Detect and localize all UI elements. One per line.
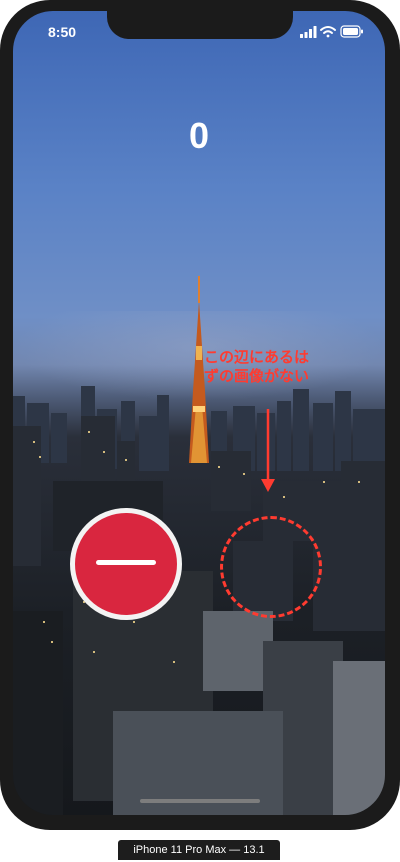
status-time: 8:50	[48, 24, 77, 40]
wifi-icon	[320, 26, 336, 38]
device-notch	[107, 11, 293, 39]
status-icons	[300, 25, 363, 38]
device-label: iPhone 11 Pro Max — 13.1	[118, 840, 280, 860]
remove-button[interactable]	[70, 508, 182, 620]
battery-icon	[340, 25, 363, 38]
home-indicator[interactable]	[140, 799, 260, 803]
missing-image-marker	[220, 516, 322, 618]
app-screen: 0 この辺にあるは ずの画像がない	[13, 11, 385, 815]
score-counter: 0	[188, 115, 210, 156]
minus-circle-icon	[96, 560, 156, 565]
annotation-line-1: この辺にあるは	[204, 349, 310, 366]
signal-icon	[300, 26, 317, 38]
annotation-text: この辺にあるは ずの画像がない	[204, 348, 364, 386]
annotation-line-2: ずの画像がない	[204, 368, 310, 385]
phone-frame: 0 この辺にあるは ずの画像がない 8:50	[0, 0, 400, 830]
